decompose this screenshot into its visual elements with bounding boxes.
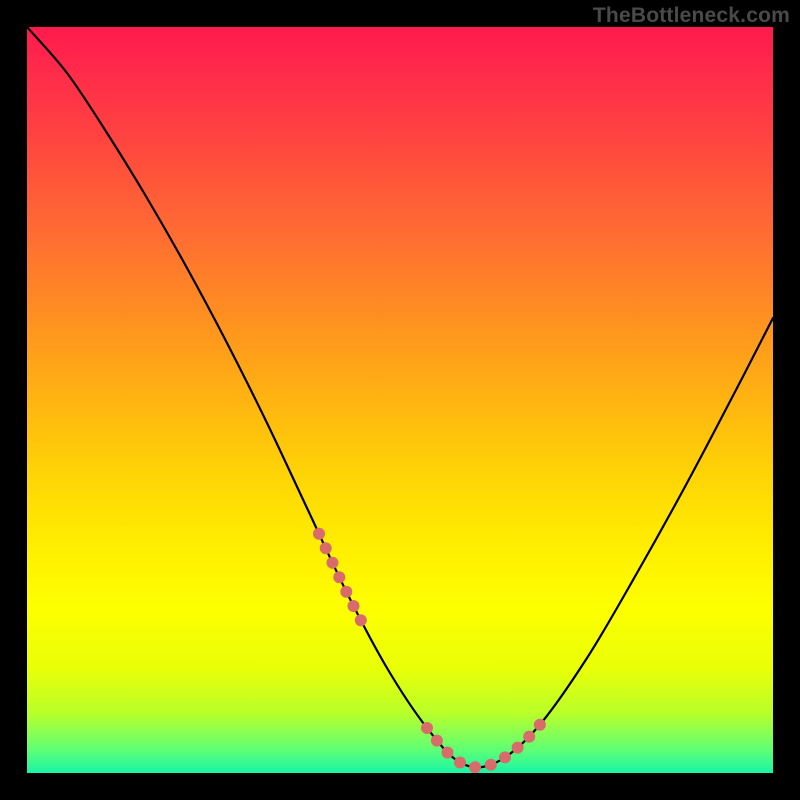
- curve-dot: [512, 742, 524, 754]
- curve-dot: [333, 571, 345, 583]
- curve-dot: [534, 719, 546, 731]
- chart-svg: [27, 27, 773, 773]
- curve-dot: [454, 757, 466, 769]
- dotted-overlay: [313, 528, 546, 773]
- curve-dot: [499, 751, 511, 763]
- curve-dot: [442, 747, 454, 759]
- curve-dot: [355, 614, 367, 626]
- curve-dot: [469, 761, 481, 773]
- curve-line: [27, 27, 773, 767]
- curve-dot: [485, 759, 497, 771]
- curve-dot: [313, 528, 325, 540]
- curve-dot: [431, 735, 443, 747]
- chart-plot-area: [27, 27, 773, 773]
- chart-frame: TheBottleneck.com: [0, 0, 800, 800]
- curve-dot: [340, 586, 352, 598]
- watermark-text: TheBottleneck.com: [593, 4, 790, 28]
- curve-dot: [327, 557, 339, 569]
- curve-dot: [523, 731, 535, 743]
- curve-dot: [320, 542, 332, 554]
- curve-dot: [348, 600, 360, 612]
- curve-dot: [421, 722, 433, 734]
